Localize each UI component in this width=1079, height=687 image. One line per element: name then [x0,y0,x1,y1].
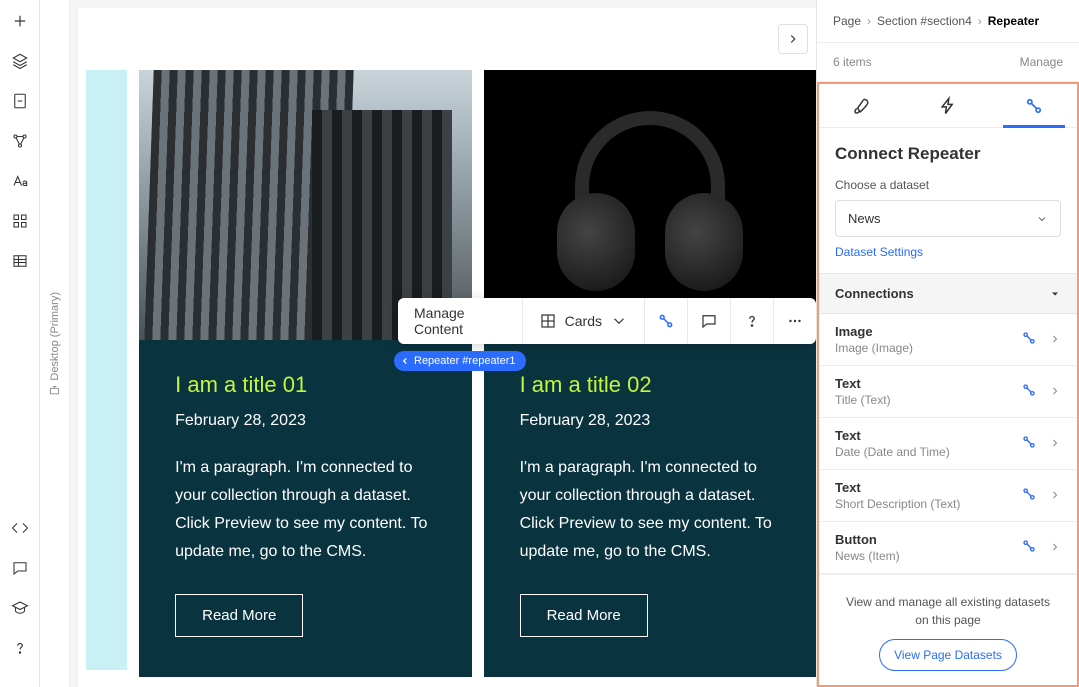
card-description: I'm a paragraph. I'm connected to your c… [175,454,435,566]
connect-icon [1024,96,1044,116]
desktop-icon [49,384,60,395]
card-title: I am a title 02 [520,372,780,398]
chevron-right-icon [1049,488,1061,504]
panel-title: Connect Repeater [819,128,1077,174]
connect-icon [1021,382,1037,401]
next-section-button[interactable] [778,24,808,54]
connect-icon [1021,486,1037,505]
repeater-item[interactable]: I am a title 01 February 28, 2023 I'm a … [139,70,471,677]
connections-nav-icon[interactable] [11,132,29,150]
database-icon[interactable] [11,252,29,270]
items-count: 6 items [833,55,872,69]
connection-field: News (Item) [835,549,900,563]
layout-dropdown[interactable]: Cards [523,298,645,344]
breakpoint-gutter[interactable]: Desktop (Primary) [40,0,70,687]
chevron-left-icon [400,356,410,366]
help-icon [743,312,761,330]
connection-field: Title (Text) [835,393,891,407]
repeater-item[interactable]: I am a title 02 February 28, 2023 I'm a … [484,70,816,677]
connection-row[interactable]: Text Date (Date and Time) [819,418,1077,470]
comments-button[interactable] [688,298,731,344]
connection-row[interactable]: Image Image (Image) [819,314,1077,366]
element-badge[interactable]: Repeater #repeater1 [394,351,526,371]
read-more-button[interactable]: Read More [520,594,648,637]
connect-icon [1021,330,1037,349]
connection-name: Image [835,324,913,339]
section-margin [86,70,127,670]
code-icon[interactable] [11,519,29,537]
grid-icon [539,312,557,330]
panel-tabs [819,84,1077,128]
connect-icon [657,312,675,330]
brush-icon [852,96,872,116]
more-icon [786,312,804,330]
connect-panel: Connect Repeater Choose a dataset News D… [817,82,1079,687]
card-date: February 28, 2023 [175,412,435,430]
chevron-right-icon [1049,540,1061,556]
connections-header[interactable]: Connections [819,273,1077,314]
comment-icon [700,312,718,330]
tab-animation[interactable] [905,84,991,127]
layers-icon[interactable] [11,52,29,70]
connection-name: Text [835,480,960,495]
lightning-icon [938,96,958,116]
chevron-right-icon [1049,436,1061,452]
connection-row[interactable]: Button News (Item) [819,522,1077,574]
connection-name: Button [835,532,900,547]
connection-field: Image (Image) [835,341,913,355]
manage-content-button[interactable]: Manage Content [398,298,523,344]
inspector-panel: Page›Section #section4›Repeater 6 items … [816,0,1079,687]
chevron-right-icon [786,32,800,46]
card-date: February 28, 2023 [520,412,780,430]
tab-connect[interactable] [991,84,1077,127]
connection-field: Date (Date and Time) [835,445,950,459]
page-icon[interactable] [11,92,29,110]
caret-down-icon [1049,288,1061,300]
add-icon[interactable] [11,12,29,30]
chevron-down-icon [610,312,628,330]
chevron-right-icon [1049,332,1061,348]
datasets-note: View and manage all existing datasets on… [819,574,1077,639]
connect-icon [1021,538,1037,557]
items-summary: 6 items Manage [817,43,1079,82]
element-toolbar: Manage Content Cards [398,298,816,344]
canvas[interactable]: I am a title 01 February 28, 2023 I'm a … [78,8,816,687]
choose-dataset-label: Choose a dataset [819,174,1077,200]
connect-data-button[interactable] [645,298,688,344]
dataset-settings-link[interactable]: Dataset Settings [819,245,1077,273]
apps-icon[interactable] [11,212,29,230]
connect-icon [1021,434,1037,453]
connection-name: Text [835,376,891,391]
tab-design[interactable] [819,84,905,127]
text-icon[interactable] [11,172,29,190]
connection-row[interactable]: Text Short Description (Text) [819,470,1077,522]
chevron-right-icon [1049,384,1061,400]
connection-row[interactable]: Text Title (Text) [819,366,1077,418]
chevron-down-icon [1036,213,1048,225]
breadcrumb[interactable]: Page›Section #section4›Repeater [817,0,1079,43]
comment-icon[interactable] [11,559,29,577]
card-description: I'm a paragraph. I'm connected to your c… [520,454,780,566]
connection-field: Short Description (Text) [835,497,960,511]
help-icon[interactable] [11,639,29,657]
breakpoint-label: Desktop (Primary) [49,292,61,381]
help-button[interactable] [731,298,774,344]
manage-link[interactable]: Manage [1020,55,1063,69]
card-title: I am a title 01 [175,372,435,398]
dataset-select[interactable]: News [835,200,1061,237]
view-page-datasets-button[interactable]: View Page Datasets [879,639,1017,671]
left-rail [0,0,40,687]
learn-icon[interactable] [11,599,29,617]
connection-name: Text [835,428,950,443]
read-more-button[interactable]: Read More [175,594,303,637]
canvas-area: Desktop (Primary) I am a title 01 Februa… [40,0,816,687]
more-button[interactable] [774,298,816,344]
